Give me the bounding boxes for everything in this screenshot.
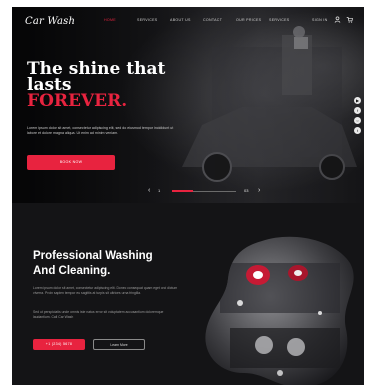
washing-image bbox=[205, 236, 354, 385]
section-paragraph-2: Sed ut perspiciatis unde omnis iste natu… bbox=[33, 310, 164, 319]
slider-next-icon[interactable]: › bbox=[258, 187, 260, 195]
section-title: Professional Washing And Cleaning. bbox=[33, 249, 193, 279]
slider-prev-icon[interactable]: ‹ bbox=[148, 187, 150, 195]
section-title-line1: Professional Washing bbox=[33, 250, 153, 262]
hero-section: Car Wash Home Services About Us Contact … bbox=[12, 7, 364, 203]
twitter-icon[interactable]: t bbox=[354, 127, 361, 134]
book-now-button[interactable]: Book Now bbox=[27, 155, 115, 170]
facebook-icon[interactable]: f bbox=[354, 107, 361, 114]
hero-headline-accent: FOREVER. bbox=[27, 91, 128, 111]
nav-item-contact[interactable]: Contact bbox=[203, 18, 236, 22]
hero-headline: The shine that lasts FOREVER. bbox=[27, 61, 165, 111]
nav-item-services[interactable]: Services bbox=[137, 18, 170, 22]
nav-signin[interactable]: Sign In bbox=[312, 18, 332, 22]
nav-menu: Home Services About Us Contact Our Price… bbox=[104, 18, 302, 22]
page-frame: Car Wash Home Services About Us Contact … bbox=[12, 7, 364, 385]
nav-item-services-2[interactable]: Services bbox=[269, 18, 302, 22]
section-title-line2: And Cleaning. bbox=[33, 265, 111, 277]
nav-item-about[interactable]: About Us bbox=[170, 18, 203, 22]
top-nav: Car Wash Home Services About Us Contact … bbox=[12, 7, 364, 33]
hero-slider-controls: ‹ 1 03 › bbox=[148, 187, 268, 195]
nav-item-home[interactable]: Home bbox=[104, 18, 137, 22]
cart-icon[interactable] bbox=[346, 16, 353, 23]
user-icon[interactable] bbox=[334, 16, 341, 23]
section-paragraph-1: Lorem ipsum dolor sit amet, consectetur … bbox=[33, 286, 178, 295]
call-button[interactable]: +1 (234) 5678 bbox=[33, 339, 85, 350]
slider-progress bbox=[172, 190, 194, 192]
hero-description: Lorem ipsum dolor sit amet, consectetur … bbox=[27, 126, 174, 135]
brand-logo[interactable]: Car Wash bbox=[25, 16, 75, 27]
slider-current: 1 bbox=[158, 188, 161, 193]
slider-total: 03 bbox=[244, 188, 249, 193]
learn-more-button[interactable]: Learn More bbox=[93, 339, 145, 350]
youtube-icon[interactable]: ▶ bbox=[354, 97, 361, 104]
nav-item-prices[interactable]: Our Prices bbox=[236, 18, 269, 22]
instagram-icon[interactable]: ○ bbox=[354, 117, 361, 124]
